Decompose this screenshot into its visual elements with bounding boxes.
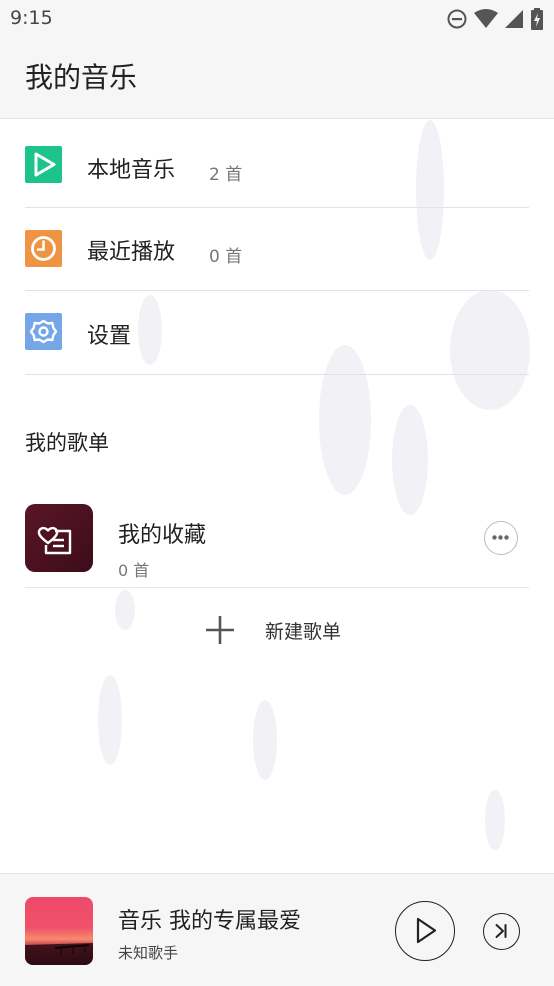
battery-icon — [531, 8, 543, 30]
playlist-item-favorites[interactable]: 我的收藏 0 首 — [25, 503, 529, 588]
menu-count: 2 首 — [209, 165, 243, 185]
page-title: 我的音乐 — [25, 61, 138, 94]
menu-label: 设置 — [87, 324, 132, 349]
menu-label: 最近播放 — [87, 240, 176, 265]
more-icon — [492, 535, 509, 540]
menu-item-local-music[interactable]: 本地音乐 2 首 — [25, 124, 529, 208]
menu-label: 本地音乐 — [87, 158, 176, 183]
menu-item-recent[interactable]: 最近播放 0 首 — [25, 207, 529, 291]
skip-next-icon — [495, 924, 507, 938]
menu-item-settings[interactable]: 设置 — [25, 291, 529, 375]
play-icon — [416, 917, 437, 944]
clock-icon — [25, 230, 62, 267]
status-icons — [446, 8, 544, 30]
favorite-list-icon — [25, 504, 93, 572]
menu-count: 0 首 — [209, 247, 243, 267]
new-playlist-label: 新建歌单 — [265, 621, 342, 643]
playlist-name: 我的收藏 — [118, 523, 207, 548]
status-time: 9:15 — [10, 7, 53, 29]
cellular-signal-icon — [505, 10, 523, 28]
wifi-icon — [474, 9, 498, 28]
more-options-button[interactable] — [484, 521, 518, 555]
playlists-section-title: 我的歌单 — [25, 431, 109, 455]
mini-player[interactable]: 音乐 我的专属最爱 未知歌手 — [0, 873, 554, 986]
track-title: 音乐 我的专属最爱 — [118, 909, 301, 934]
playlist-count: 0 首 — [118, 561, 150, 580]
album-art[interactable] — [25, 897, 93, 965]
track-artist: 未知歌手 — [118, 944, 179, 962]
do-not-disturb-icon — [447, 9, 467, 29]
play-icon — [25, 146, 62, 183]
new-playlist-button[interactable]: 新建歌单 — [205, 612, 365, 648]
play-button[interactable] — [395, 901, 455, 961]
plus-icon — [206, 616, 234, 644]
status-bar: 9:15 — [0, 0, 554, 38]
gear-icon — [25, 313, 62, 350]
app-header: 我的音乐 — [0, 38, 554, 119]
next-track-button[interactable] — [483, 913, 520, 950]
